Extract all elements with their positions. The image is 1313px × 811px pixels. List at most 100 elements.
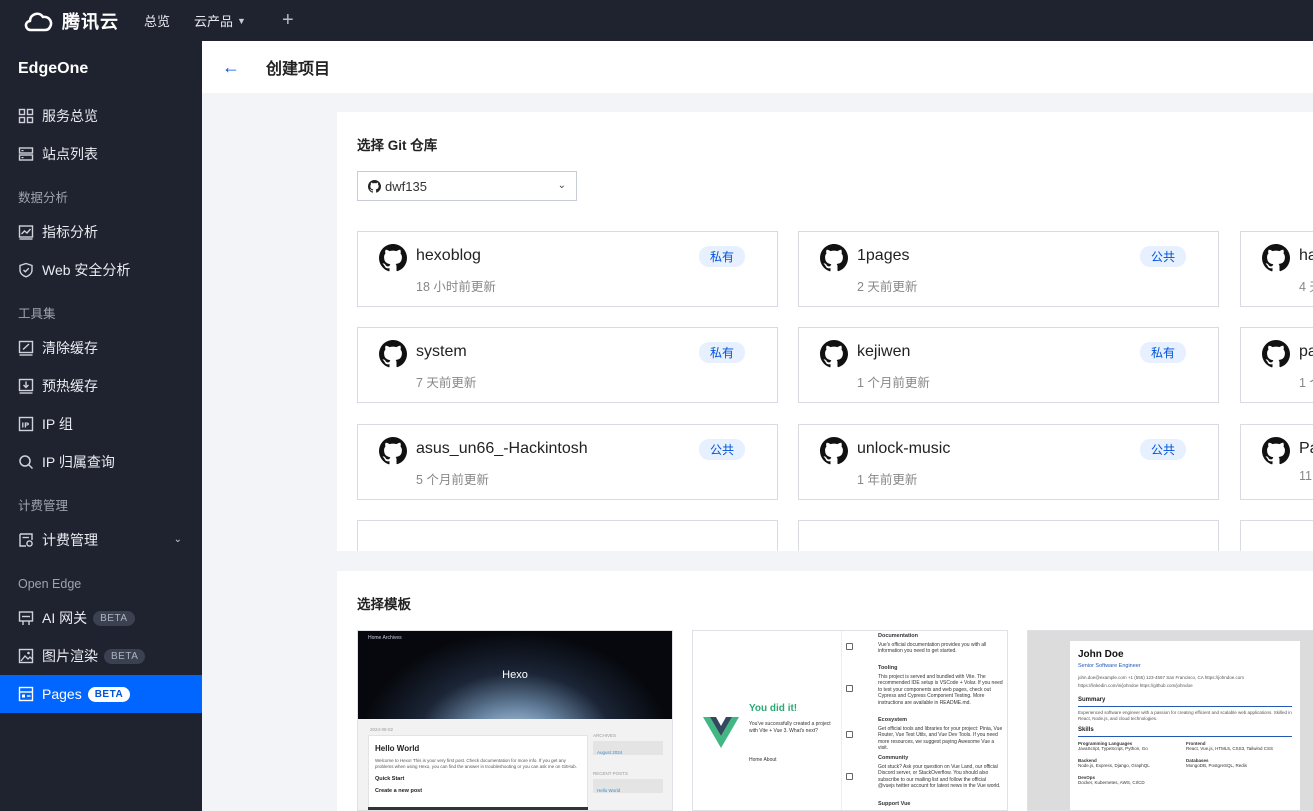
repo-updated: 7 天前更新: [416, 376, 477, 390]
sidebar-item-label: IP 归属查询: [42, 454, 115, 470]
repo-name: ha: [1299, 247, 1313, 264]
sidebar: EdgeOne 服务总览 站点列表 数据分析 指标分析 Web 安全分析 工具集…: [0, 41, 202, 811]
server-list-icon: [18, 146, 34, 162]
repo-name: asus_un66_-Hackintosh: [416, 440, 588, 457]
hexo-post-title: Hello World: [375, 744, 420, 753]
vue-section-title: Community: [878, 755, 909, 761]
page-title: 创建项目: [266, 61, 331, 78]
repo-card[interactable]: pa 1 个: [1240, 327, 1313, 403]
github-icon: [379, 340, 407, 368]
hexo-create-post: Create a new post: [375, 788, 423, 794]
sidebar-group-tools: 工具集: [18, 307, 56, 321]
repo-card[interactable]: Pa 11: [1240, 424, 1313, 500]
github-icon: [820, 244, 848, 272]
repo-card[interactable]: kejiwen 1 个月前更新 私有: [798, 327, 1219, 403]
github-icon: [1262, 437, 1290, 465]
nav-products-label: 云产品: [194, 14, 234, 29]
github-icon: [379, 437, 407, 465]
sidebar-item-ip-lookup[interactable]: IP 归属查询: [0, 443, 202, 481]
repo-updated: 18 小时前更新: [416, 280, 496, 294]
pages-icon: [18, 686, 34, 702]
vue-section-text: Get official tools and libraries for you…: [878, 725, 1003, 752]
sidebar-item-metrics[interactable]: 指标分析: [0, 213, 202, 251]
hexo-title: Hexo: [502, 669, 528, 681]
template-resume[interactable]: John Doe Senior Software Engineer john.d…: [1027, 630, 1313, 811]
nav-products[interactable]: 云产品 ▼: [194, 11, 246, 30]
resume-skill: Databases MongoDB, PostgreSQL, Redis: [1186, 758, 1247, 768]
repo-card[interactable]: 1pages 2 天前更新 公共: [798, 231, 1219, 307]
ecosystem-icon: [846, 731, 853, 738]
cloud-icon: [24, 11, 53, 31]
github-icon: [820, 437, 848, 465]
vue-divider: [841, 631, 842, 810]
sidebar-item-sites[interactable]: 站点列表: [0, 135, 202, 173]
hexo-archives-label: ARCHIVES: [593, 733, 617, 738]
repo-card[interactable]: hexoblog 18 小时前更新 私有: [357, 231, 778, 307]
sidebar-item-overview[interactable]: 服务总览: [0, 97, 202, 135]
resume-contact: john.doe@example.com +1 (555) 123-4567 S…: [1078, 675, 1245, 680]
sidebar-item-label: 计费管理: [42, 532, 98, 548]
repo-name: system: [416, 343, 467, 360]
resume-summary-title: Summary: [1078, 697, 1106, 703]
sidebar-group-analytics: 数据分析: [18, 191, 69, 205]
vue-section: Ecosystem Get official tools and librarie…: [878, 717, 1003, 752]
repo-card[interactable]: [357, 520, 778, 551]
template-vue[interactable]: You did it! You've successfully created …: [692, 630, 1008, 811]
resume-skill-value: Node.js, Express, Django, GraphQL: [1078, 763, 1150, 768]
repo-card[interactable]: ha 4 天: [1240, 231, 1313, 307]
repo-card[interactable]: [798, 520, 1219, 551]
add-shortcut-button[interactable]: +: [282, 9, 294, 32]
repo-card[interactable]: asus_un66_-Hackintosh 5 个月前更新 公共: [357, 424, 778, 500]
hexo-archive-item: August 2024: [597, 750, 623, 755]
sidebar-item-billing[interactable]: 计费管理 ⌄: [0, 521, 202, 559]
git-account-value: dwf135: [385, 178, 427, 194]
resume-skill: DevOps Docker, Kubernetes, AWS, CI/CD: [1078, 775, 1145, 785]
sidebar-item-ai-gateway[interactable]: AI 网关 BETA: [0, 599, 202, 637]
sidebar-item-clear-cache[interactable]: 清除缓存: [0, 329, 202, 367]
repo-updated: 1 年前更新: [857, 473, 918, 487]
repo-visibility-badge: 公共: [699, 439, 746, 460]
tencent-cloud-logo[interactable]: 腾讯云: [22, 8, 144, 34]
sidebar-group-openedge: Open Edge: [18, 577, 82, 591]
vue-section: Community Got stuck? Ask your question on…: [878, 755, 1003, 790]
ip-icon: IP: [18, 416, 34, 432]
nav-overview[interactable]: 总览: [144, 11, 170, 30]
template-hexo[interactable]: Home Archives Hexo 2024-08-02 Hello Worl…: [357, 630, 673, 811]
resume-paper: John Doe Senior Software Engineer john.d…: [1070, 641, 1300, 810]
vue-section: Tooling This project is served and bundle…: [878, 665, 1003, 706]
sidebar-item-ip-group[interactable]: IP IP 组: [0, 405, 202, 443]
gateway-icon: [18, 610, 34, 626]
sidebar-item-pages[interactable]: Pages BETA: [0, 675, 202, 713]
sidebar-item-label: 预热缓存: [42, 378, 98, 394]
template-section-title: 选择模板: [357, 597, 411, 612]
sidebar-item-label: 服务总览: [42, 108, 98, 124]
resume-skill: Programming Languages JavaScript, TypeScr…: [1078, 741, 1148, 751]
clear-cache-icon: [18, 340, 34, 356]
repo-updated: 5 个月前更新: [416, 473, 489, 487]
repo-card[interactable]: system 7 天前更新 私有: [357, 327, 778, 403]
repo-updated: 4 天: [1299, 280, 1313, 294]
repo-card[interactable]: unlock-music 1 年前更新 公共: [798, 424, 1219, 500]
sidebar-group-billing: 计费管理: [18, 499, 69, 513]
product-name: EdgeOne: [18, 60, 89, 77]
resume-skill-value: Docker, Kubernetes, AWS, CI/CD: [1078, 780, 1145, 785]
github-icon: [820, 340, 848, 368]
vue-links: Home About: [749, 757, 777, 763]
sidebar-item-web-security[interactable]: Web 安全分析: [0, 251, 202, 289]
sidebar-item-image-render[interactable]: 图片渲染 BETA: [0, 637, 202, 675]
repo-visibility-badge: 公共: [1140, 246, 1187, 267]
git-account-select[interactable]: dwf135 ⌄: [357, 171, 577, 201]
vue-section-title: Tooling: [878, 665, 898, 671]
tool-icon: [846, 685, 853, 692]
repo-card[interactable]: [1240, 520, 1313, 551]
sidebar-item-label: 清除缓存: [42, 340, 98, 356]
sidebar-item-prefetch-cache[interactable]: 预热缓存: [0, 367, 202, 405]
shield-icon: [18, 262, 34, 278]
vue-section-title: Ecosystem: [878, 717, 908, 723]
hexo-recent-box: Hello World: [593, 779, 663, 793]
beta-badge: BETA: [87, 686, 131, 702]
repo-visibility-badge: 公共: [1140, 439, 1187, 460]
resume-divider: [1078, 736, 1292, 737]
resume-skill-value: MongoDB, PostgreSQL, Redis: [1186, 763, 1248, 768]
back-arrow-icon[interactable]: ←: [222, 57, 246, 78]
